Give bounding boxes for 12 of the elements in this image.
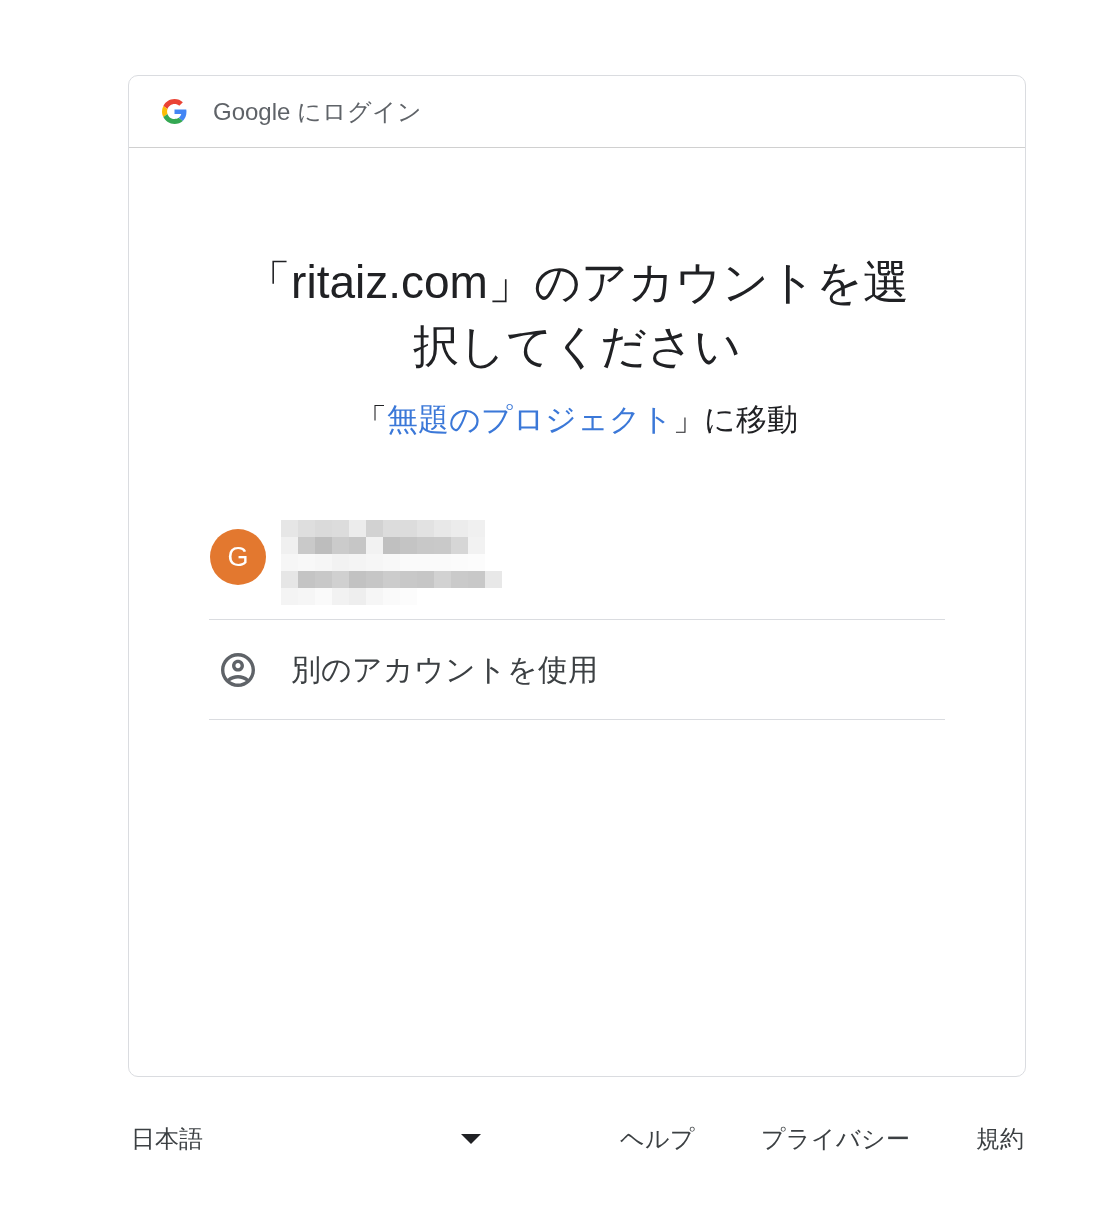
header-title: Google にログイン xyxy=(213,96,423,127)
language-select[interactable]: 日本語 xyxy=(128,1123,488,1155)
redirect-text: 「無題のプロジェクト」に移動 xyxy=(356,401,798,439)
footer-link[interactable]: 規約 xyxy=(976,1123,1024,1155)
g-logo-icon xyxy=(162,99,187,124)
project-link[interactable]: 無題のプロジェクト xyxy=(387,402,673,437)
footer-link[interactable]: ヘルプ xyxy=(620,1123,695,1155)
page-heading: 「ritaiz.com」のアカウントを選択してください xyxy=(244,255,910,374)
caret-icon xyxy=(461,1134,481,1144)
footer-link[interactable]: プライバシー xyxy=(761,1123,910,1155)
use-another-account-button[interactable]: 別のアカウントを使用 xyxy=(209,620,945,720)
avatar-initial: G xyxy=(210,529,266,585)
